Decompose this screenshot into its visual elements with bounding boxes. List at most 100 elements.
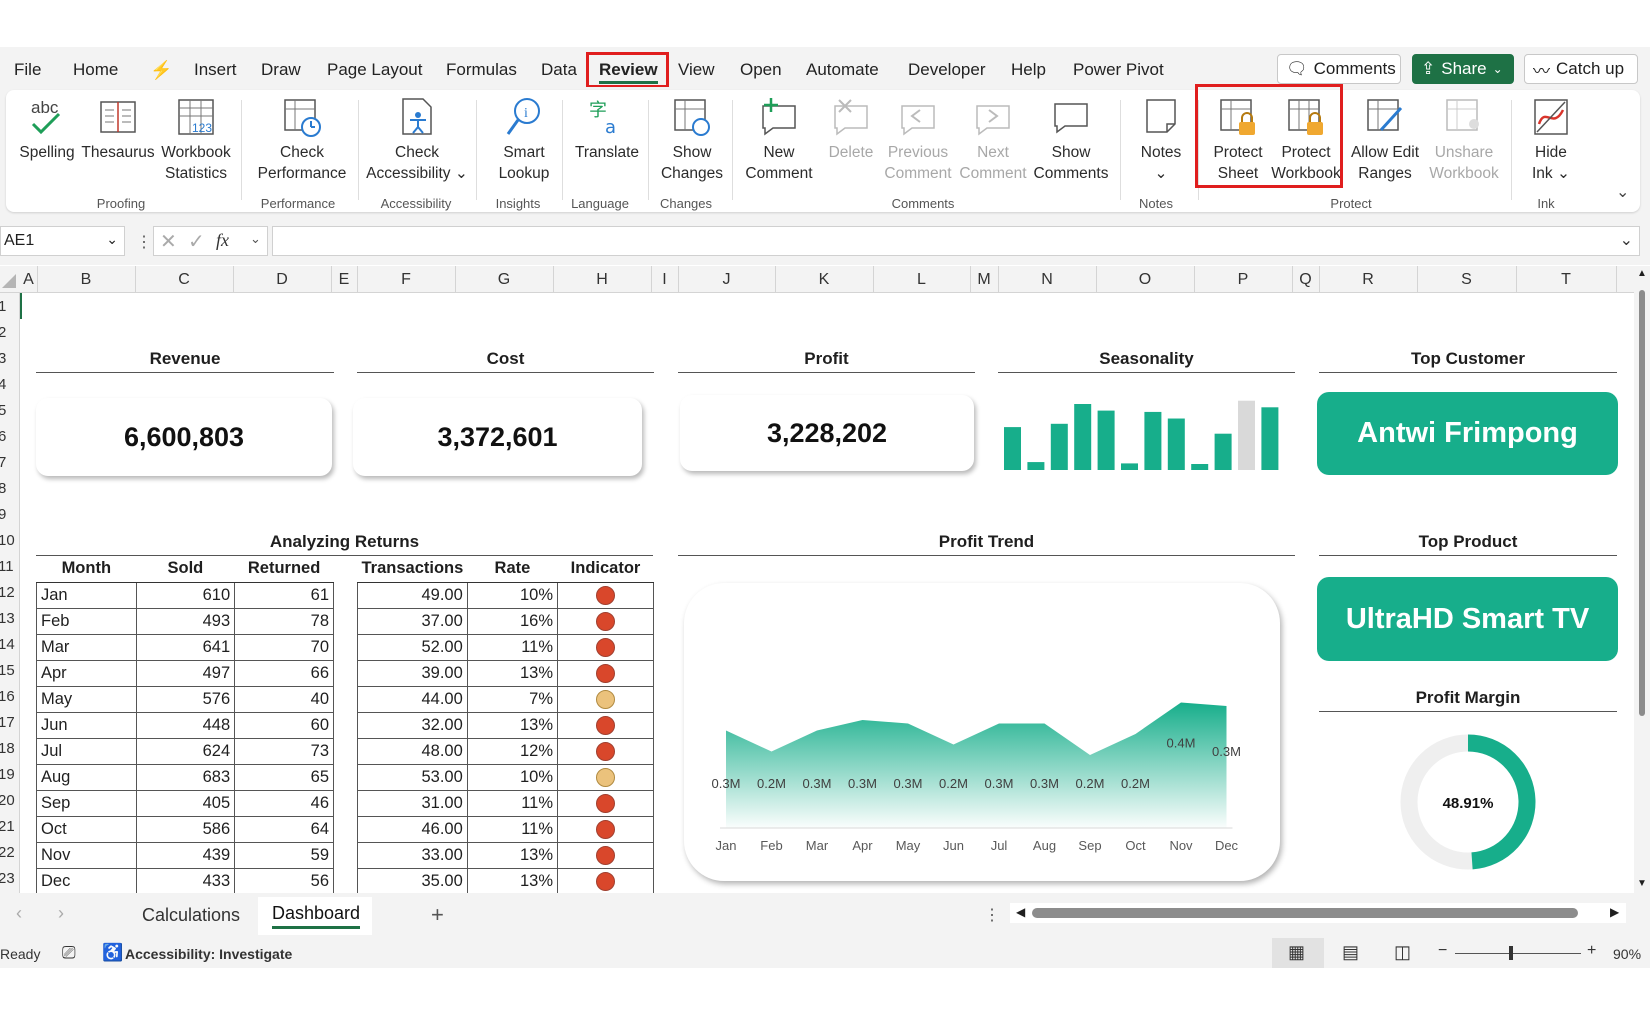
cell-sold[interactable]: 576 xyxy=(135,685,236,713)
column-header-m[interactable]: M xyxy=(977,271,990,289)
row-header-22[interactable]: 22 xyxy=(0,844,15,861)
column-header-j[interactable]: J xyxy=(723,271,731,289)
select-all-icon[interactable] xyxy=(2,274,16,288)
row-header-1[interactable]: 1 xyxy=(0,298,6,315)
cell-returned[interactable]: 70 xyxy=(234,633,334,661)
cell-indicator[interactable] xyxy=(557,789,654,817)
cell-returned[interactable]: 56 xyxy=(234,867,334,895)
cell-month[interactable]: Feb xyxy=(36,607,137,635)
cell-rate[interactable]: 13% xyxy=(466,841,559,869)
cell-indicator[interactable] xyxy=(557,607,654,635)
zoom-in-icon[interactable]: + xyxy=(1587,942,1596,960)
check-accessibility-button[interactable]: Check Accessibility ⌄ xyxy=(366,96,468,184)
column-header-l[interactable]: L xyxy=(917,271,926,289)
row-header-10[interactable]: 10 xyxy=(0,532,15,549)
more-options-icon[interactable]: ⋮ xyxy=(984,905,1000,925)
cell-rate[interactable]: 11% xyxy=(466,815,559,843)
cell-returned[interactable]: 59 xyxy=(234,841,334,869)
smart-lookup-button[interactable]: i Smart Lookup xyxy=(484,96,564,184)
cell-transactions[interactable]: 48.00 xyxy=(357,737,468,765)
name-box[interactable]: AE1 ⌄ xyxy=(0,226,125,256)
cell-month[interactable]: Nov xyxy=(36,841,137,869)
unshare-workbook-button[interactable]: Unshare Workbook xyxy=(1424,96,1504,184)
cell-transactions[interactable]: 32.00 xyxy=(357,711,468,739)
share-button[interactable]: ⇪ Share ⌄ xyxy=(1412,54,1514,84)
show-changes-button[interactable]: Show Changes xyxy=(654,96,730,184)
accessibility-status[interactable]: Accessibility: Investigate xyxy=(125,946,292,962)
row-header-21[interactable]: 21 xyxy=(0,818,15,835)
cell-sold[interactable]: 448 xyxy=(135,711,236,739)
menu-page-layout[interactable]: Page Layout xyxy=(327,60,422,80)
cell-sold[interactable]: 493 xyxy=(135,607,236,635)
cell-sold[interactable]: 586 xyxy=(135,815,236,843)
row-header-5[interactable]: 5 xyxy=(0,402,6,419)
cell-sold[interactable]: 641 xyxy=(135,633,236,661)
macro-recording-icon[interactable]: ⎚ xyxy=(62,943,76,963)
row-header-12[interactable]: 12 xyxy=(0,584,15,601)
menu-data[interactable]: Data xyxy=(541,60,577,80)
row-header-6[interactable]: 6 xyxy=(0,428,6,445)
menu-formulas[interactable]: Formulas xyxy=(446,60,517,80)
lightning-icon[interactable]: ⚡ xyxy=(150,60,172,81)
cell-rate[interactable]: 7% xyxy=(466,685,559,713)
menu-home[interactable]: Home xyxy=(73,60,118,80)
cell-sold[interactable]: 683 xyxy=(135,763,236,791)
cell-month[interactable]: Apr xyxy=(36,659,137,687)
chevron-down-icon[interactable]: ⌄ xyxy=(1493,62,1503,76)
column-header-t[interactable]: T xyxy=(1561,271,1571,289)
row-header-19[interactable]: 19 xyxy=(0,766,15,783)
spelling-button[interactable]: abc Spelling xyxy=(14,96,80,163)
cell-indicator[interactable] xyxy=(557,685,654,713)
chevron-down-icon[interactable]: ⌄ xyxy=(106,231,118,248)
page-break-view-icon[interactable]: ◫ xyxy=(1394,942,1411,963)
zoom-slider-thumb[interactable] xyxy=(1509,946,1513,960)
insert-function-icon[interactable]: fx xyxy=(216,230,229,251)
row-header-3[interactable]: 3 xyxy=(0,350,6,367)
row-header-17[interactable]: 17 xyxy=(0,714,15,731)
cell-returned[interactable]: 78 xyxy=(234,607,334,635)
cell-rate[interactable]: 10% xyxy=(466,763,559,791)
zoom-level[interactable]: 90% xyxy=(1613,946,1641,962)
column-header-g[interactable]: G xyxy=(498,271,510,289)
new-comment-button[interactable]: New Comment xyxy=(738,96,820,184)
enter-icon[interactable]: ✓ xyxy=(188,229,205,254)
cell-rate[interactable]: 11% xyxy=(466,789,559,817)
row-header-15[interactable]: 15 xyxy=(0,662,15,679)
show-comments-button[interactable]: Show Comments xyxy=(1030,96,1112,184)
cell-month[interactable]: Jan xyxy=(36,581,137,609)
expand-formula-icon[interactable]: ⌄ xyxy=(1620,230,1633,250)
column-header-d[interactable]: D xyxy=(276,271,288,289)
scrollbar-thumb[interactable] xyxy=(1639,290,1645,716)
column-header-b[interactable]: B xyxy=(81,271,92,289)
cell-month[interactable]: Jul xyxy=(36,737,137,765)
zoom-out-icon[interactable]: − xyxy=(1438,942,1447,960)
column-header-i[interactable]: I xyxy=(662,271,666,289)
cell-transactions[interactable]: 53.00 xyxy=(357,763,468,791)
cell-transactions[interactable]: 52.00 xyxy=(357,633,468,661)
add-sheet-icon[interactable]: + xyxy=(431,902,444,928)
cell-returned[interactable]: 46 xyxy=(234,789,334,817)
tab-dashboard[interactable]: Dashboard xyxy=(272,903,361,929)
column-header-c[interactable]: C xyxy=(178,271,190,289)
cell-sold[interactable]: 433 xyxy=(135,867,236,895)
next-comment-button[interactable]: Next Comment xyxy=(956,96,1030,184)
menu-view[interactable]: View xyxy=(678,60,715,80)
cell-month[interactable]: Aug xyxy=(36,763,137,791)
row-header-13[interactable]: 13 xyxy=(0,610,15,627)
vertical-scrollbar[interactable]: ▲ ▼ xyxy=(1634,266,1650,893)
cell-returned[interactable]: 60 xyxy=(234,711,334,739)
prev-sheet-icon[interactable]: ‹ xyxy=(16,903,22,924)
row-header-2[interactable]: 2 xyxy=(0,324,6,341)
thesaurus-button[interactable]: Thesaurus xyxy=(80,96,156,163)
cell-rate[interactable]: 13% xyxy=(466,867,559,895)
check-performance-button[interactable]: Check Performance xyxy=(252,96,352,184)
workbook-statistics-button[interactable]: 123 Workbook Statistics xyxy=(156,96,236,184)
column-header-e[interactable]: E xyxy=(339,271,350,289)
cell-month[interactable]: Sep xyxy=(36,789,137,817)
column-header-o[interactable]: O xyxy=(1139,271,1151,289)
menu-file[interactable]: File xyxy=(14,60,41,80)
notes-button[interactable]: Notes ⌄ xyxy=(1130,96,1192,184)
cell-returned[interactable]: 64 xyxy=(234,815,334,843)
cell-indicator[interactable] xyxy=(557,659,654,687)
cell-sold[interactable]: 439 xyxy=(135,841,236,869)
